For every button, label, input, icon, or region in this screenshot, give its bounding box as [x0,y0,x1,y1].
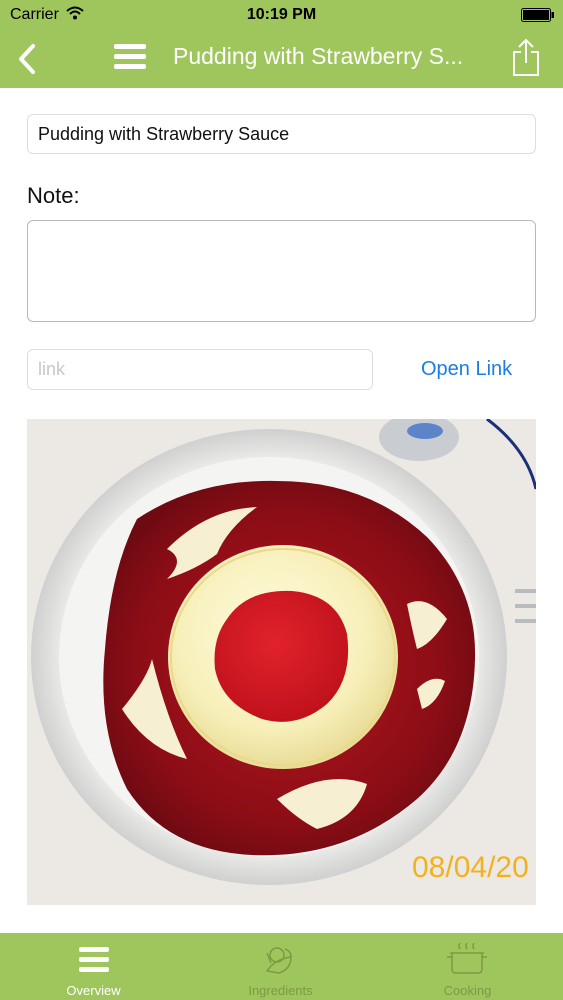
recipe-title-field[interactable] [27,114,536,154]
tab-cooking[interactable]: Cooking [374,933,561,1000]
battery-icon [521,8,554,22]
ingredients-icon [265,947,292,974]
tab-ingredients[interactable]: Ingredients [187,933,374,1000]
navigation-bar: Pudding with Strawberry S... [0,30,563,88]
status-time: 10:19 PM [246,6,317,23]
open-link-button[interactable]: Open Link [421,358,512,381]
share-icon[interactable] [511,37,541,77]
tab-bar: Overview Ingredients Cooking [0,933,563,1000]
status-bar: Carrier 10:19 PM [0,0,563,30]
tab-ingredients-label: Ingredients [248,983,313,998]
tab-cooking-label: Cooking [443,983,492,998]
tab-overview[interactable]: Overview [0,933,187,1000]
tab-overview-label: Overview [66,983,121,998]
chevron-left-icon[interactable] [14,42,40,76]
link-input[interactable] [27,349,373,390]
hamburger-menu-icon[interactable] [114,44,146,72]
note-label: Note: [27,183,80,208]
page-title: Pudding with Strawberry S... [173,43,464,69]
note-textarea[interactable] [27,220,536,322]
photo-date-stamp: 08/04/20 [412,851,529,884]
cooking-pot-icon [447,942,487,974]
pudding-image: 08/04/20 [27,419,536,905]
recipe-photo: 08/04/20 [27,419,536,905]
hamburger-menu-icon [79,947,109,972]
